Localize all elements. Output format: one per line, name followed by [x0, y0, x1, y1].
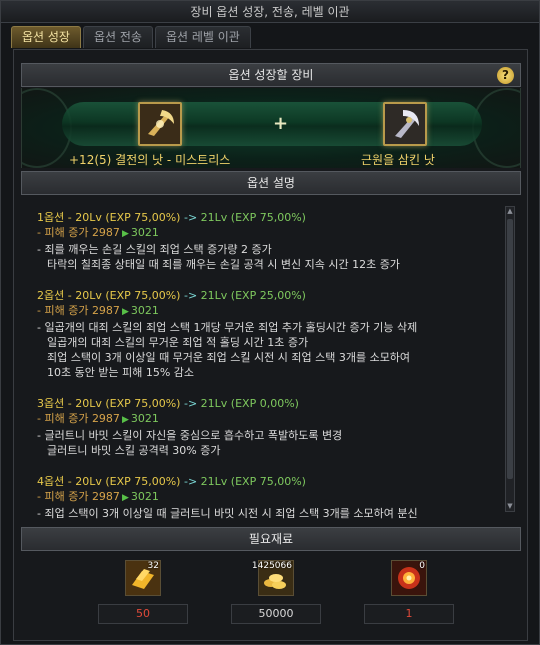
material-owned-count: 1425066 [251, 561, 292, 571]
source-equipment-name: +12(5) 결전의 낫 - 미스트리스 [69, 153, 231, 167]
damage-increase-next: 3021 [130, 226, 159, 239]
description-header: 옵션 설명 [21, 171, 521, 195]
option-next-level: 21Lv (EXP 0,00%) [200, 397, 299, 410]
target-equipment-name: 근원을 삼킨 낫 [361, 153, 435, 167]
option-effect-line: - 일곱개의 대죄 스킬의 죄업 스택 1개당 무거운 죄업 추가 홀딩시간 증… [37, 321, 418, 334]
option-effect-line: 타락의 칠죄종 상태일 때 죄를 깨우는 손길 공격 시 변신 지속 시간 12… [47, 258, 400, 271]
damage-increase-next: 3021 [130, 304, 159, 317]
material-item[interactable]: 1425066 50000 [231, 560, 321, 624]
option-arrow: -> [180, 397, 201, 410]
target-equipment-slot[interactable] [383, 102, 427, 146]
option-effect-line: 일곱개의 대죄 스킬의 무거운 죄업 적 홀딩 시간 1초 증가 [47, 336, 309, 349]
scroll-down-icon[interactable]: ▼ [506, 502, 514, 511]
option-effect-line: - 죄를 깨우는 손길 스킬의 죄업 스택 증가량 2 증가 [37, 243, 272, 256]
option-effect-line: 10초 동안 받는 피해 15% 감소 [47, 366, 195, 379]
material-slot[interactable]: 0 [391, 560, 427, 596]
option-next-level: 21Lv (EXP 25,00%) [200, 289, 306, 302]
materials-header: 필요재료 [21, 527, 521, 551]
arrow-right-icon: ▶ [121, 493, 129, 503]
arrow-right-icon: ▶ [121, 415, 129, 425]
equipment-header: 옵션 성장할 장비 ? [21, 63, 521, 87]
option-block: 3옵션 - 20Lv (EXP 75,00%) -> 21Lv (EXP 0,0… [37, 396, 501, 458]
option-title: 3옵션 - 20Lv (EXP 75,00%) [37, 397, 181, 410]
tab-bar: 옵션 성장 옵션 전송 옵션 레벨 이관 [11, 26, 251, 48]
tab-option-level-transfer[interactable]: 옵션 레벨 이관 [154, 26, 251, 48]
help-icon[interactable]: ? [497, 67, 514, 84]
option-block: 2옵션 - 20Lv (EXP 75,00%) -> 21Lv (EXP 25,… [37, 288, 501, 380]
damage-increase: - 피해 증가 2987 [37, 490, 120, 503]
materials-area: 32 50 1425066 50000 0 1 [21, 554, 521, 634]
materials-header-label: 필요재료 [248, 532, 294, 546]
option-next-level: 21Lv (EXP 75,00%) [200, 475, 306, 488]
scythe-icon [140, 104, 180, 144]
scroll-up-icon[interactable]: ▲ [506, 207, 514, 216]
material-item[interactable]: 32 50 [98, 560, 188, 624]
option-arrow: -> [180, 475, 201, 488]
damage-increase-next: 3021 [130, 412, 159, 425]
equipment-header-label: 옵션 성장할 장비 [228, 68, 314, 82]
arrow-right-icon: ▶ [121, 229, 129, 239]
option-arrow: -> [180, 289, 201, 302]
option-description-content: 1옵션 - 20Lv (EXP 75,00%) -> 21Lv (EXP 75,… [37, 210, 501, 520]
growth-window: 장비 옵션 성장, 전송, 레벨 이관 옵션 성장 옵션 전송 옵션 레벨 이관… [0, 0, 540, 645]
scroll-thumb[interactable] [507, 219, 513, 479]
scythe-icon [385, 104, 425, 144]
option-title: 2옵션 - 20Lv (EXP 75,00%) [37, 289, 181, 302]
material-item[interactable]: 0 1 [364, 560, 454, 624]
damage-increase: - 피해 증가 2987 [37, 304, 120, 317]
material-owned-count: 0 [419, 561, 425, 571]
damage-increase-next: 3021 [130, 490, 159, 503]
tab-option-transfer[interactable]: 옵션 전송 [82, 26, 153, 48]
damage-increase: - 피해 증가 2987 [37, 412, 120, 425]
material-required-count: 1 [364, 604, 454, 624]
arrow-right-icon: ▶ [121, 307, 129, 317]
option-effect-line: 글러트니 바밋 스킬 공격력 30% 증가 [47, 444, 221, 457]
tab-option-growth[interactable]: 옵션 성장 [11, 26, 81, 48]
option-arrow: -> [180, 211, 201, 224]
option-next-level: 21Lv (EXP 75,00%) [200, 211, 306, 224]
option-block: 4옵션 - 20Lv (EXP 75,00%) -> 21Lv (EXP 75,… [37, 474, 501, 520]
source-equipment-slot[interactable] [138, 102, 182, 146]
option-block: 1옵션 - 20Lv (EXP 75,00%) -> 21Lv (EXP 75,… [37, 210, 501, 272]
description-scrollbar[interactable]: ▲ ▼ [505, 206, 515, 512]
option-description-list: 1옵션 - 20Lv (EXP 75,00%) -> 21Lv (EXP 75,… [21, 198, 521, 520]
window-title: 장비 옵션 성장, 전송, 레벨 이관 [1, 1, 539, 23]
material-required-count: 50 [98, 604, 188, 624]
option-effect-line: - 죄업 스택이 3개 이상일 때 글러트니 바밋 시전 시 죄업 스택 3개를… [37, 507, 418, 520]
description-header-label: 옵션 설명 [247, 176, 295, 190]
material-slot[interactable]: 32 [125, 560, 161, 596]
option-title: 4옵션 - 20Lv (EXP 75,00%) [37, 475, 181, 488]
damage-increase: - 피해 증가 2987 [37, 226, 120, 239]
material-owned-count: 32 [147, 561, 159, 571]
option-title: 1옵션 - 20Lv (EXP 75,00%) [37, 211, 181, 224]
material-slot[interactable]: 1425066 [252, 560, 294, 596]
option-effect-line: 죄업 스택이 3개 이상일 때 무거운 죄업 스킬 시전 시 죄업 스택 3개를… [47, 351, 411, 364]
material-required-count: 50000 [231, 604, 321, 624]
equipment-area: + +12(5) 결전의 낫 - 미스트리스 근원을 삼킨 낫 [21, 88, 521, 168]
plus-icon: + [273, 113, 289, 134]
option-effect-line: - 글러트니 바밋 스킬이 자신을 중심으로 흡수하고 폭발하도록 변경 [37, 429, 343, 442]
